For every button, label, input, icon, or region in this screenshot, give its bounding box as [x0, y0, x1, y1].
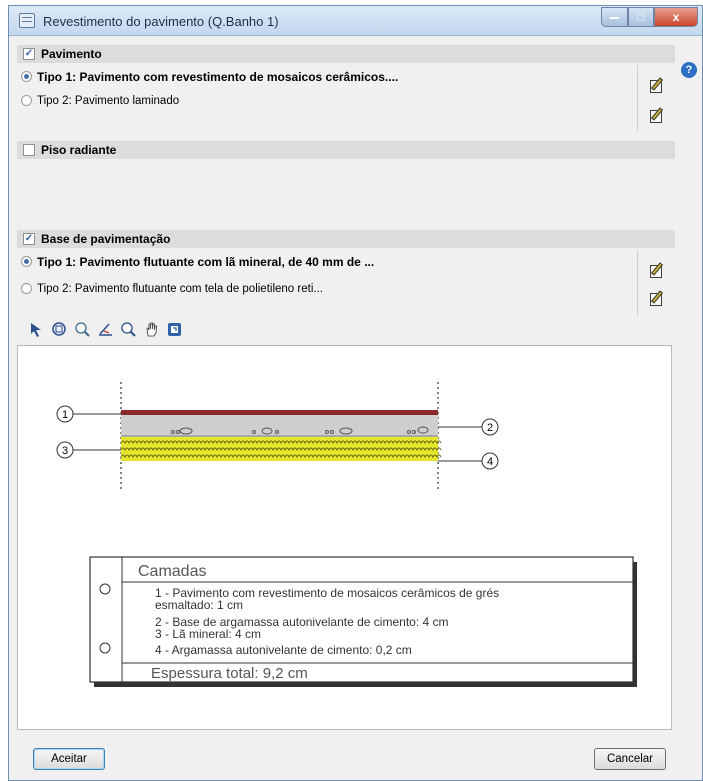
select-icon[interactable] — [28, 321, 45, 338]
measure-icon[interactable] — [97, 321, 114, 338]
edit-base-1-button[interactable] — [648, 262, 666, 280]
piso-radiante-checkbox[interactable] — [23, 144, 35, 156]
section-base-label: Base de pavimentação — [41, 232, 171, 246]
base-option-2[interactable]: Tipo 2: Pavimento flutuante com tela de … — [17, 277, 637, 301]
radio-button[interactable] — [21, 256, 32, 267]
layer-tile — [121, 410, 438, 415]
callout-1-label: 1 — [62, 409, 68, 421]
zoom-all-icon[interactable] — [74, 321, 91, 338]
window-app-icon — [19, 13, 35, 28]
layers-table: Camadas 1 - Pavimento com revestimento d… — [89, 556, 637, 687]
maximize-icon: □ — [637, 10, 645, 24]
option-label: Tipo 1: Pavimento com revestimento de mo… — [37, 70, 399, 84]
total-thickness: Espessura total: 9,2 cm — [151, 665, 308, 682]
edit-base-2-button[interactable] — [648, 290, 666, 308]
layers-table-marker-1 — [99, 583, 111, 595]
accept-button[interactable]: Aceitar — [33, 748, 105, 770]
edit-pavimento-2-button[interactable] — [648, 107, 666, 125]
close-button[interactable]: x — [654, 7, 698, 27]
layers-table-marker-2 — [99, 642, 111, 654]
callout-2: 2 — [438, 418, 499, 436]
section-pavimento-label: Pavimento — [41, 47, 102, 61]
maximize-button[interactable]: □ — [628, 7, 654, 27]
callout-4: 4 — [438, 452, 499, 470]
callout-2-label: 2 — [487, 422, 493, 434]
callout-1: 1 — [56, 405, 121, 423]
callout-3-label: 3 — [62, 445, 68, 457]
pavimento-option-1[interactable]: Tipo 1: Pavimento com revestimento de mo… — [17, 65, 637, 89]
layer-screed — [121, 415, 438, 435]
section-piso-radiante-label: Piso radiante — [41, 143, 117, 157]
title-bar[interactable]: Revestimento do pavimento (Q.Banho 1) □ … — [9, 6, 702, 36]
floor-section-diagram: 1 2 3 4 Camadas 1 - Pavimento com revest… — [56, 382, 637, 687]
layer-line-4: 3 - Lã mineral: 4 cm — [155, 627, 261, 641]
layer-thin-screed — [121, 435, 438, 437]
minimize-button[interactable] — [601, 7, 628, 27]
radio-button[interactable] — [21, 283, 32, 294]
window-title: Revestimento do pavimento (Q.Banho 1) — [43, 14, 279, 29]
section-drawing-canvas[interactable]: 1 2 3 4 Camadas 1 - Pavimento com revest… — [17, 345, 672, 730]
base-checkbox[interactable]: ✓ — [23, 233, 35, 245]
option-label: Tipo 2: Pavimento flutuante com tela de … — [37, 283, 323, 295]
pan-icon[interactable] — [143, 321, 160, 338]
minimize-icon — [610, 16, 619, 19]
base-option-1[interactable]: Tipo 1: Pavimento flutuante com lã miner… — [17, 250, 637, 274]
close-icon: x — [672, 10, 680, 24]
section-base-header: ✓ Base de pavimentação — [17, 230, 675, 248]
radio-button[interactable] — [21, 95, 32, 106]
help-icon[interactable]: ? — [681, 62, 697, 78]
callout-3: 3 — [56, 441, 121, 459]
option-label: Tipo 2: Pavimento laminado — [37, 95, 180, 107]
export-icon[interactable] — [166, 321, 183, 338]
drawing-toolbar — [28, 321, 183, 339]
section-piso-radiante-header: Piso radiante — [17, 141, 675, 159]
zoom-window-icon[interactable] — [51, 321, 68, 338]
layers-title: Camadas — [138, 563, 206, 580]
edit-pavimento-1-button[interactable] — [648, 77, 666, 95]
option-label: Tipo 1: Pavimento flutuante com lã miner… — [37, 255, 375, 269]
section-pavimento-header: ✓ Pavimento — [17, 45, 675, 63]
zoom-icon[interactable] — [120, 321, 137, 338]
layer-line-5: 4 - Argamassa autonivelante de cimento: … — [155, 643, 412, 657]
radio-button[interactable] — [21, 71, 32, 82]
layer-line-2: esmaltado: 1 cm — [155, 598, 243, 612]
pavimento-option-2[interactable]: Tipo 2: Pavimento laminado — [17, 89, 637, 113]
callout-4-label: 4 — [487, 456, 493, 468]
base-edit-column — [637, 250, 675, 316]
pavimento-edit-column — [637, 65, 675, 131]
window-controls: □ x — [601, 7, 698, 27]
pavimento-checkbox[interactable]: ✓ — [23, 48, 35, 60]
cancel-button[interactable]: Cancelar — [594, 748, 666, 770]
